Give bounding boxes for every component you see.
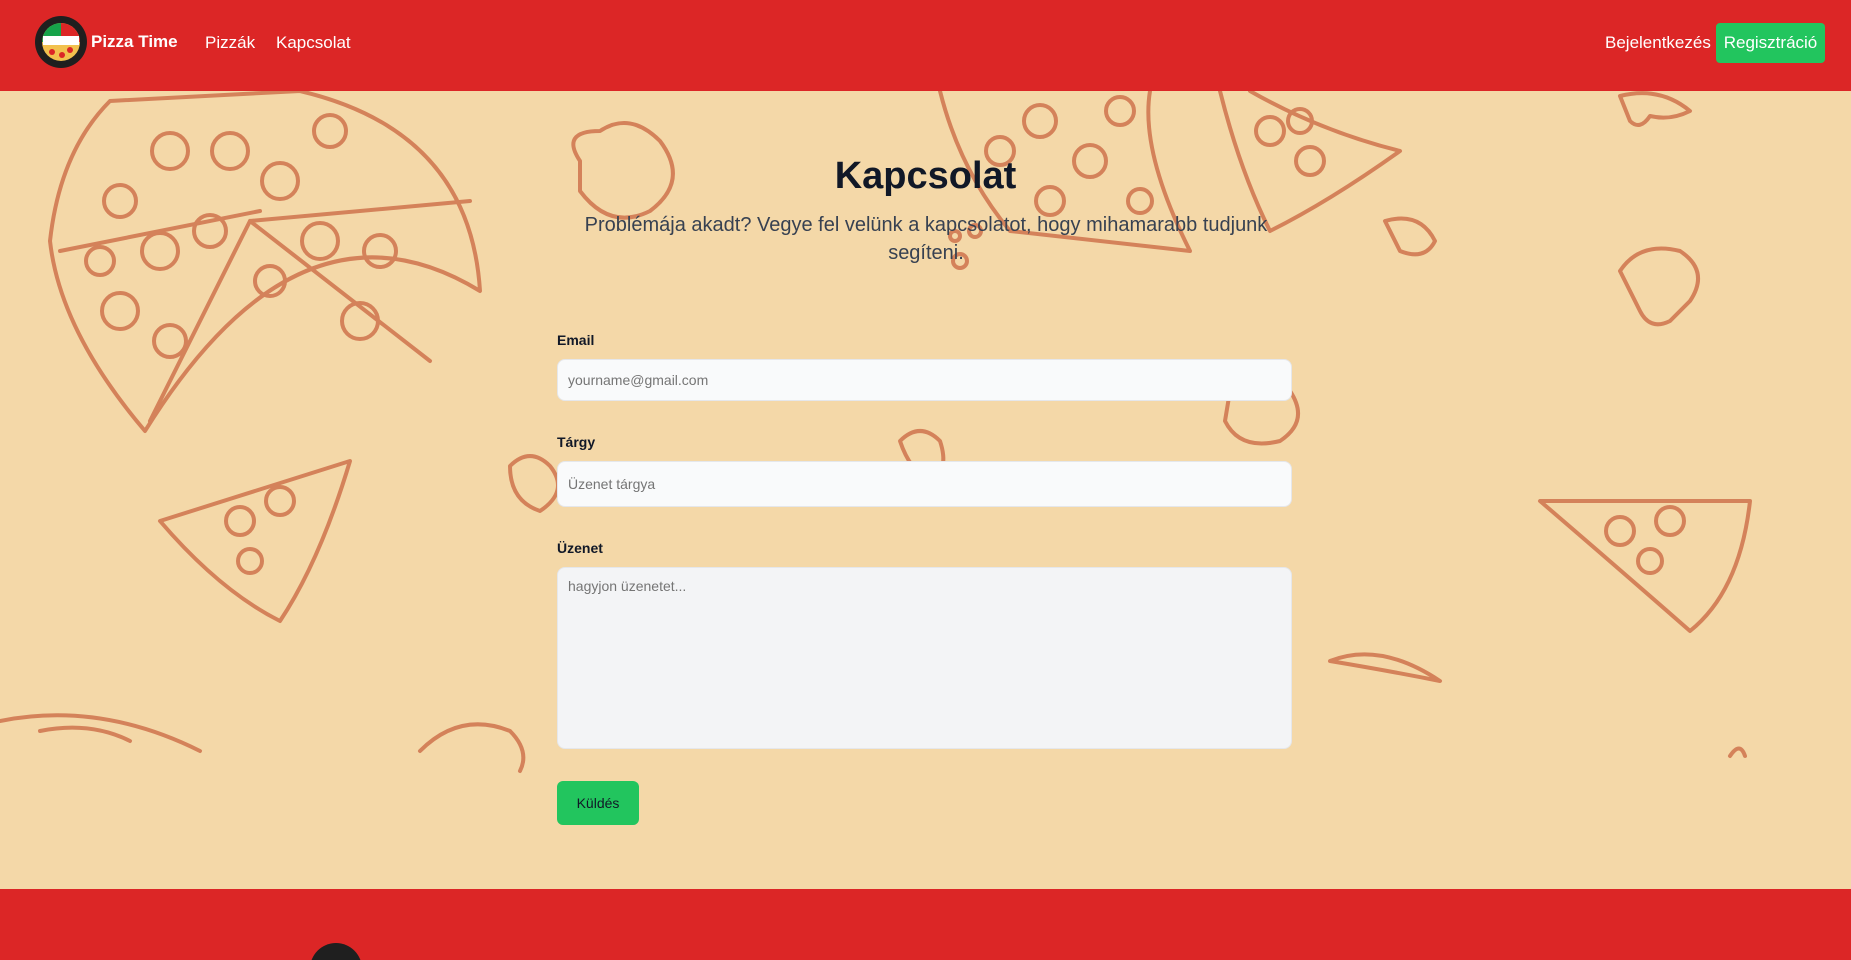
footer-logo-icon	[310, 943, 362, 960]
brand-link[interactable]: Pizza Time	[35, 16, 178, 68]
email-label: Email	[557, 332, 595, 348]
brand-name: Pizza Time	[91, 32, 178, 51]
top-navbar: Pizza Time Pizzák Kapcsolat Bejelentkezé…	[0, 0, 1851, 91]
footer	[0, 889, 1851, 960]
nav-link-kapcsolat[interactable]: Kapcsolat	[276, 33, 351, 53]
subject-label: Tárgy	[557, 434, 596, 450]
page-title: Kapcsolat	[834, 155, 1017, 197]
subject-input[interactable]	[557, 461, 1292, 507]
message-label: Üzenet	[557, 540, 603, 556]
register-button[interactable]: Regisztráció	[1716, 23, 1825, 63]
email-input[interactable]	[557, 359, 1292, 401]
message-textarea[interactable]	[557, 567, 1292, 749]
pizza-logo-icon	[35, 16, 87, 68]
login-link[interactable]: Bejelentkezés	[1605, 33, 1711, 53]
page-subtitle: Problémája akadt? Vegye fel velünk a kap…	[584, 214, 1268, 264]
nav-link-pizzak[interactable]: Pizzák	[205, 33, 255, 53]
send-button[interactable]: Küldés	[557, 781, 639, 825]
